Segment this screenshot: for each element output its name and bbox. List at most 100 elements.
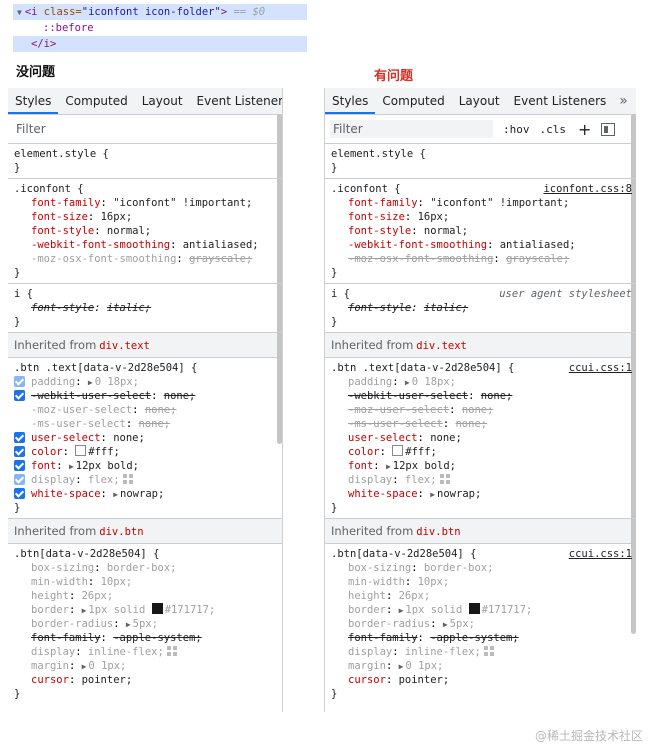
decl-moz-user-select[interactable]: -moz-user-select: none; [14,403,276,417]
decl-display[interactable]: display: flex; [331,473,630,487]
expand-triangle-icon[interactable]: ▶ [126,620,131,629]
decl-white-space[interactable]: white-space: ▶ nowrap; [14,487,276,501]
decl-btn-font-family[interactable]: font-family: -apple-system; [14,631,276,645]
decl-ms-user-select[interactable]: -ms-user-select: none; [331,417,630,431]
dom-node-pseudo[interactable]: ::before [13,20,307,36]
decl-color[interactable]: color: #fff; [331,445,630,459]
decl-border-radius[interactable]: border-radius: ▶ 5px; [331,617,630,631]
dom-node-close[interactable]: </i> [13,36,307,52]
tab-computed[interactable]: Computed [58,88,134,114]
flexbox-editor-icon[interactable] [166,646,177,656]
decl-border[interactable]: border: ▶ 1px solid #171717; [331,603,630,617]
expand-triangle-icon[interactable]: ▶ [399,662,404,671]
decl-font-family[interactable]: font-family: "iconfont" !important; [331,196,630,210]
tab-event-listeners[interactable]: Event Listeners [190,88,282,114]
color-swatch[interactable] [468,603,480,614]
decl-display-inline[interactable]: display: inline-flex; [14,645,276,659]
expand-triangle-icon[interactable]: ▶ [430,490,435,499]
filter-input[interactable]: Filter [13,120,176,138]
tab-layout[interactable]: Layout [135,88,190,114]
source-link[interactable]: ccui.css:1 [569,547,632,561]
decl-moz-user-select[interactable]: -moz-user-select: none; [331,403,630,417]
decl-min-width[interactable]: min-width: 10px; [331,575,630,589]
decl-font-size[interactable]: font-size: 16px; [331,210,630,224]
flexbox-editor-icon[interactable] [122,474,133,484]
filter-input[interactable]: Filter [330,120,493,138]
tab-event-listeners[interactable]: Event Listeners [507,88,614,114]
decl-btn-font-family[interactable]: font-family: -apple-system; [331,631,630,645]
source-link[interactable]: iconfont.css:8 [543,182,632,196]
decl-box-sizing[interactable]: box-sizing: border-box; [14,561,276,575]
decl-margin[interactable]: margin: ▶ 0 1px; [331,659,630,673]
decl-white-space[interactable]: white-space: ▶ nowrap; [331,487,630,501]
decl-ms-user-select[interactable]: -ms-user-select: none; [14,417,276,431]
rule-selector[interactable]: .btn .text[data-v-2d28e504] { [14,361,276,375]
inherited-from-link[interactable]: div.btn [99,526,143,538]
decl-user-select[interactable]: user-select: none; [14,431,276,445]
checkbox[interactable] [14,488,25,499]
rule-selector[interactable]: .btn[data-v-2d28e504] { [14,547,276,561]
decl-cursor[interactable]: cursor: pointer; [331,673,630,687]
decl-border-radius[interactable]: border-radius: ▶ 5px; [14,617,276,631]
decl-height[interactable]: height: 26px; [14,589,276,603]
checkbox[interactable] [14,446,25,457]
expand-triangle-icon[interactable]: ▶ [443,620,448,629]
inherited-from-link[interactable]: div.text [416,340,467,352]
decl-i-font-style[interactable]: font-style: italic; [331,301,630,315]
decl-min-width[interactable]: min-width: 10px; [14,575,276,589]
decl-padding[interactable]: padding: ▶ 0 18px; [14,375,276,389]
checkbox[interactable] [14,432,25,443]
expand-triangle-icon[interactable]: ▶ [405,378,410,387]
decl-i-font-style[interactable]: font-style: italic; [14,301,276,315]
flexbox-editor-icon[interactable] [483,646,494,656]
decl-webkit-user-select[interactable]: -webkit-user-select: none; [14,389,276,403]
checkbox[interactable] [14,460,25,471]
decl-webkit-font-smoothing[interactable]: -webkit-font-smoothing: antialiased; [331,238,630,252]
decl-user-select[interactable]: user-select: none; [331,431,630,445]
tab-styles[interactable]: Styles [325,88,376,114]
decl-box-sizing[interactable]: box-sizing: border-box; [331,561,630,575]
decl-font-family[interactable]: font-family: "iconfont" !important; [14,196,276,210]
color-swatch[interactable] [75,445,87,456]
expand-triangle-icon[interactable]: ▶ [399,606,404,615]
inherited-from-link[interactable]: div.btn [416,526,460,538]
tab-computed[interactable]: Computed [375,88,451,114]
decl-moz-font-smoothing[interactable]: -moz-osx-font-smoothing: grayscale; [331,252,630,266]
toggle-sidebar-icon[interactable] [601,122,616,136]
rule-selector[interactable]: i { [331,288,350,300]
color-swatch[interactable] [392,445,404,456]
decl-font-size[interactable]: font-size: 16px; [14,210,276,224]
inherited-from-link[interactable]: div.text [99,340,150,352]
more-tabs-icon[interactable]: » [613,88,634,114]
hov-button[interactable]: :hov [503,123,530,136]
source-link[interactable]: ccui.css:1 [569,361,632,375]
checkbox[interactable] [14,376,25,387]
tab-layout[interactable]: Layout [452,88,507,114]
checkbox[interactable] [14,390,25,401]
rule-selector[interactable]: .iconfont { [14,182,276,196]
decl-display[interactable]: display: flex; [14,473,276,487]
decl-display-inline[interactable]: display: inline-flex; [331,645,630,659]
cls-button[interactable]: .cls [540,123,567,136]
decl-height[interactable]: height: 26px; [331,589,630,603]
tab-styles[interactable]: Styles [8,88,59,114]
new-rule-plus-icon[interactable]: + [578,120,591,139]
expand-triangle-icon[interactable]: ▶ [82,662,87,671]
decl-moz-font-smoothing[interactable]: -moz-osx-font-smoothing: grayscale; [14,252,276,266]
decl-color[interactable]: color: #fff; [14,445,276,459]
color-swatch[interactable] [151,603,163,614]
expand-triangle-icon[interactable]: ▶ [386,462,391,471]
decl-cursor[interactable]: cursor: pointer; [14,673,276,687]
expand-triangle-icon[interactable]: ▶ [82,606,87,615]
dom-node-selected[interactable]: ▼ <i class="iconfont icon-folder"> == $0 [13,4,307,20]
expand-triangle-icon[interactable]: ▶ [69,462,74,471]
decl-font[interactable]: font: ▶ 12px bold; [331,459,630,473]
decl-webkit-user-select[interactable]: -webkit-user-select: none; [331,389,630,403]
decl-webkit-font-smoothing[interactable]: -webkit-font-smoothing: antialiased; [14,238,276,252]
checkbox[interactable] [14,474,25,485]
decl-padding[interactable]: padding: ▶ 0 18px; [331,375,630,389]
decl-font-style[interactable]: font-style: normal; [331,224,630,238]
expand-triangle-icon[interactable]: ▶ [88,378,93,387]
decl-margin[interactable]: margin: ▶ 0 1px; [14,659,276,673]
expand-triangle-icon[interactable]: ▶ [113,490,118,499]
